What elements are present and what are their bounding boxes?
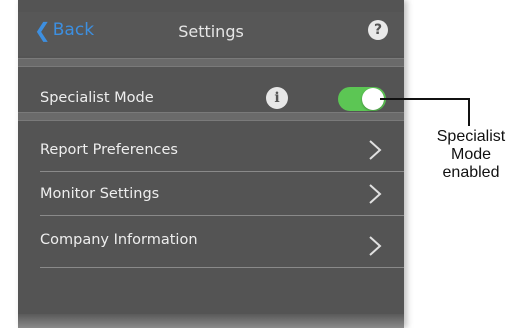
menu-item-monitor-settings[interactable]: Monitor Settings — [18, 172, 404, 216]
info-icon[interactable]: i — [266, 87, 288, 109]
row-separator — [40, 267, 404, 268]
specialist-mode-toggle[interactable] — [338, 87, 386, 111]
callout-line-3: enabled — [442, 164, 500, 181]
section-divider — [18, 112, 404, 121]
menu-item-label: Company Information — [40, 232, 198, 248]
menu-item-label: Report Preferences — [40, 142, 178, 158]
menu-item-label: Monitor Settings — [40, 186, 160, 202]
help-button[interactable]: ? — [368, 20, 388, 40]
specialist-mode-label: Specialist Mode — [40, 90, 154, 106]
menu-item-report-preferences[interactable]: Report Preferences — [18, 128, 404, 172]
callout-line-2: Mode — [450, 146, 492, 163]
menu-item-company-information[interactable]: Company Information — [18, 224, 404, 268]
callout-line — [380, 98, 470, 100]
chevron-right-icon — [369, 236, 382, 256]
callout-line — [468, 98, 470, 126]
page-title: Settings — [178, 22, 244, 41]
callout-line-1: Specialist — [436, 128, 506, 145]
callout-annotation: Specialist Mode enabled — [418, 128, 524, 182]
chevron-right-icon — [369, 140, 382, 160]
settings-screen: ❮ Back Settings ? Specialist Mode i Repo… — [18, 0, 404, 328]
row-separator — [40, 215, 404, 216]
section-divider — [18, 58, 404, 67]
bottom-edge — [18, 314, 404, 328]
chevron-right-icon — [369, 184, 382, 204]
